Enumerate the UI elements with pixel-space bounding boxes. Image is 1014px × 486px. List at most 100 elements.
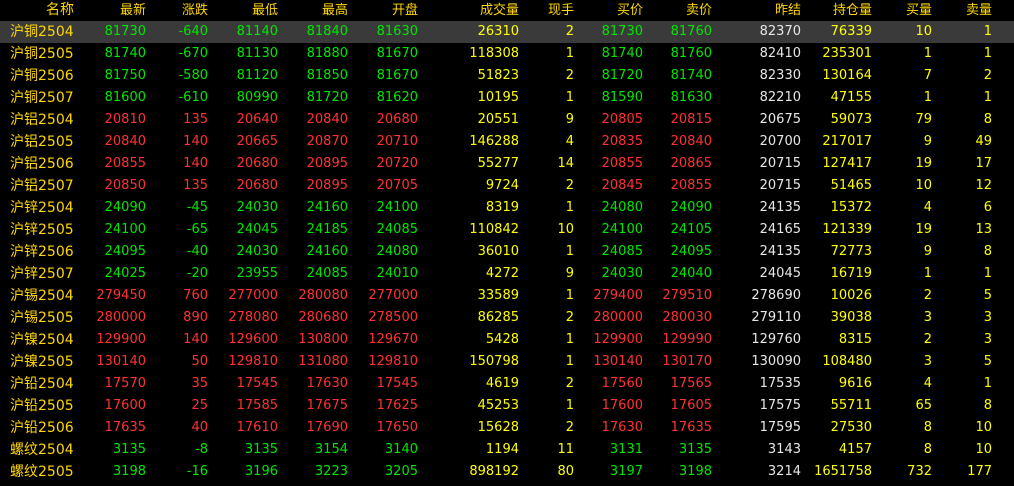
- change: -40: [186, 244, 208, 259]
- quote-row[interactable]: 沪铅2504 17570 35 17545 17630 17545 4619 2 17560 17…: [0, 373, 1014, 395]
- open-interest: 47155: [830, 90, 872, 105]
- bid-volume: 1: [923, 90, 932, 105]
- quote-row[interactable]: 螺纹2504 3135 -8 3135 3154 3140 1194 11 3131 3135 31…: [0, 439, 1014, 461]
- low-price: 17585: [236, 398, 278, 413]
- quote-row[interactable]: 沪铝2506 20855 140 20680 20895 20720 55277 14 2085…: [0, 153, 1014, 175]
- open-interest: 27530: [830, 420, 872, 435]
- ask-volume: 3: [983, 332, 992, 347]
- bid-price: 20845: [601, 178, 643, 193]
- column-header-volume[interactable]: 成交量: [418, 0, 519, 21]
- quote-row[interactable]: 沪铜2507 81600 -610 80990 81720 81620 10195 1 8159…: [0, 87, 1014, 109]
- ask-price: 24090: [670, 200, 712, 215]
- column-header-open[interactable]: 开盘: [348, 0, 418, 21]
- bid-volume: 10: [915, 178, 932, 193]
- high-price: 81850: [306, 68, 348, 83]
- low-price: 3196: [244, 464, 278, 479]
- quote-row[interactable]: 沪铜2504 81730 -640 81140 81840 81630 26310 2 8173…: [0, 21, 1014, 43]
- column-header-name[interactable]: 名称: [0, 0, 74, 21]
- column-header-bid[interactable]: 买价: [574, 0, 643, 21]
- contract-name: 沪锡2505: [10, 310, 74, 326]
- bid-price: 3197: [609, 464, 643, 479]
- quote-row[interactable]: 沪铅2505 17600 25 17585 17675 17625 45253 1 17600 1…: [0, 395, 1014, 417]
- quote-row[interactable]: 沪镍2504 129900 140 129600 130800 129670 5428 1 12…: [0, 329, 1014, 351]
- contract-name: 沪铝2507: [10, 178, 74, 194]
- quote-row[interactable]: 沪铝2505 20840 140 20665 20870 20710 146288 4 2083…: [0, 131, 1014, 153]
- bid-price: 129900: [593, 332, 643, 347]
- column-header-last[interactable]: 最新: [80, 0, 146, 21]
- quote-row[interactable]: 沪锡2505 280000 890 278080 280680 278500 86285 2 2…: [0, 307, 1014, 329]
- high-price: 3223: [314, 464, 348, 479]
- quote-row[interactable]: 沪镍2505 130140 50 129810 131080 129810 150798 1 1…: [0, 351, 1014, 373]
- column-header-prev-settle[interactable]: 昨结: [712, 0, 801, 21]
- ask-volume: 6: [983, 200, 992, 215]
- prev-settle: 17535: [759, 376, 801, 391]
- contract-name: 沪铅2505: [10, 398, 74, 414]
- current-lots: 80: [557, 464, 574, 479]
- prev-settle: 82410: [759, 46, 801, 61]
- high-price: 24160: [306, 200, 348, 215]
- open-price: 17545: [376, 376, 418, 391]
- quote-row[interactable]: 沪锡2504 279450 760 277000 280080 277000 33589 1 2…: [0, 285, 1014, 307]
- bid-volume: 4: [923, 376, 932, 391]
- high-price: 20895: [306, 178, 348, 193]
- quote-row[interactable]: 螺纹2505 3198 -16 3196 3223 3205 898192 80 3197 319…: [0, 461, 1014, 483]
- bid-volume: 1: [923, 266, 932, 281]
- bid-volume: 19: [915, 222, 932, 237]
- low-price: 17545: [236, 376, 278, 391]
- high-price: 280080: [298, 288, 348, 303]
- column-header-low[interactable]: 最低: [208, 0, 278, 21]
- futures-quote-board: 名称 最新 涨跌 最低 最高 开盘 成交量 现手 买价 卖价 昨结 持仓量 买量…: [0, 0, 1014, 486]
- current-lots: 2: [565, 310, 574, 325]
- last-price: 130140: [96, 354, 146, 369]
- low-price: 81130: [236, 46, 278, 61]
- last-price: 24025: [104, 266, 146, 281]
- quote-row[interactable]: 沪铜2505 81740 -670 81130 81880 81670 118308 1 817…: [0, 43, 1014, 65]
- column-header-ask-volume[interactable]: 卖量: [932, 0, 992, 21]
- current-lots: 2: [565, 24, 574, 39]
- column-header-current-lots[interactable]: 现手: [519, 0, 574, 21]
- last-price: 17570: [104, 376, 146, 391]
- open-interest: 235301: [822, 46, 872, 61]
- quote-row[interactable]: 沪铝2504 20810 135 20640 20840 20680 20551 9 20805…: [0, 109, 1014, 131]
- open-price: 81630: [376, 24, 418, 39]
- current-lots: 14: [557, 156, 574, 171]
- ask-price: 24095: [670, 244, 712, 259]
- ask-price: 3198: [678, 464, 712, 479]
- high-price: 20895: [306, 156, 348, 171]
- last-price: 3198: [112, 464, 146, 479]
- quote-row[interactable]: 沪铜2506 81750 -580 81120 81850 81670 51823 2 8172…: [0, 65, 1014, 87]
- column-header-open-interest[interactable]: 持仓量: [801, 0, 872, 21]
- bid-volume: 2: [923, 288, 932, 303]
- quote-row[interactable]: 沪锌2507 24025 -20 23955 24085 24010 4272 9 24030 2…: [0, 263, 1014, 285]
- bid-price: 20835: [601, 134, 643, 149]
- high-price: 130800: [298, 332, 348, 347]
- open-price: 20705: [376, 178, 418, 193]
- ask-price: 17605: [670, 398, 712, 413]
- ask-price: 24040: [670, 266, 712, 281]
- ask-volume: 1: [983, 24, 992, 39]
- quote-row[interactable]: 沪锌2504 24090 -45 24030 24160 24100 8319 1 24080 2…: [0, 197, 1014, 219]
- open-price: 278500: [368, 310, 418, 325]
- bid-volume: 732: [907, 464, 932, 479]
- column-header-ask[interactable]: 卖价: [643, 0, 712, 21]
- column-header-change[interactable]: 涨跌: [146, 0, 208, 21]
- low-price: 20680: [236, 178, 278, 193]
- quote-row[interactable]: 沪锌2505 24100 -65 24045 24185 24085 110842 10 241…: [0, 219, 1014, 241]
- ask-price: 279510: [662, 288, 712, 303]
- current-lots: 4: [565, 134, 574, 149]
- quote-row[interactable]: 沪铅2506 17635 40 17610 17690 17650 15628 2 17630 1…: [0, 417, 1014, 439]
- column-header-bid-volume[interactable]: 买量: [872, 0, 932, 21]
- last-price: 17600: [104, 398, 146, 413]
- bid-price: 81730: [601, 24, 643, 39]
- bid-volume: 1: [923, 46, 932, 61]
- quote-row[interactable]: 沪锌2506 24095 -40 24030 24160 24080 36010 1 24085…: [0, 241, 1014, 263]
- bid-volume: 79: [915, 112, 932, 127]
- high-price: 131080: [298, 354, 348, 369]
- ask-price: 81740: [670, 68, 712, 83]
- volume: 51823: [477, 68, 519, 83]
- column-header-high[interactable]: 最高: [278, 0, 348, 21]
- change: -8: [195, 442, 208, 457]
- quote-row[interactable]: 沪铝2507 20850 135 20680 20895 20705 9724 2 20845 2…: [0, 175, 1014, 197]
- prev-settle: 20675: [759, 112, 801, 127]
- volume: 26310: [477, 24, 519, 39]
